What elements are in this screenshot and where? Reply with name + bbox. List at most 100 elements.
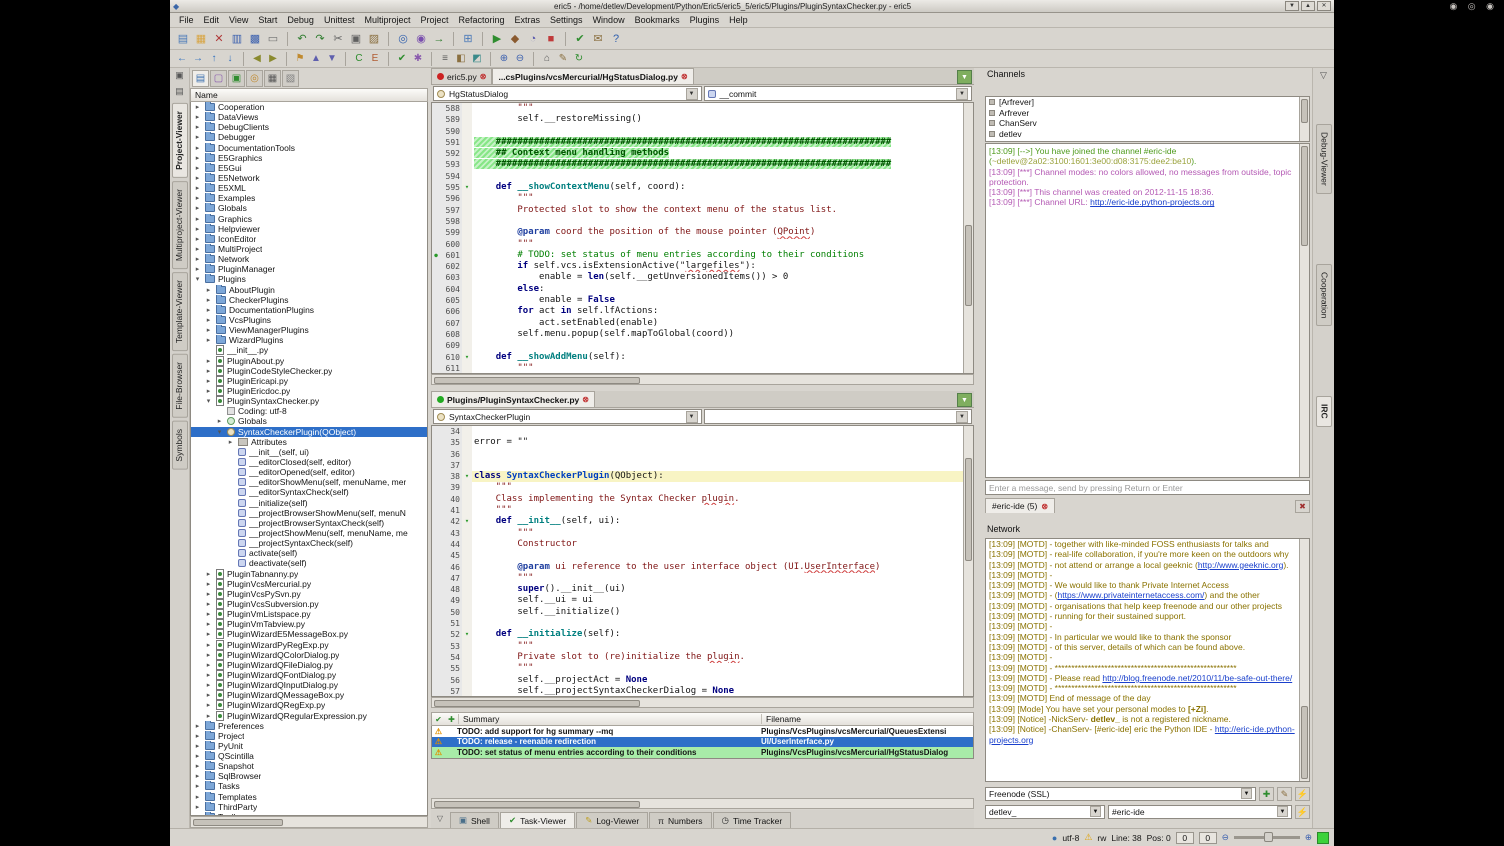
tab-list-button[interactable]: ▼ [957, 70, 972, 84]
tree-item[interactable]: ▸Preferences [191, 721, 427, 731]
refresh-icon[interactable]: ↻ [571, 51, 587, 66]
tree-expander-icon[interactable]: ▸ [204, 367, 213, 375]
tree-item[interactable]: ▾Plugins [191, 274, 427, 284]
save-all-icon[interactable]: ▩ [246, 30, 264, 47]
zoom-slider-knob[interactable] [1264, 832, 1273, 842]
code-line[interactable]: 599 @param coord the position of the mou… [432, 227, 973, 238]
fold-margin[interactable]: ▾ [462, 629, 472, 640]
dock-tab-debug-viewer[interactable]: Debug-Viewer [1316, 124, 1332, 194]
tree-expander-icon[interactable]: ▸ [204, 357, 213, 365]
tree-item[interactable]: __projectBrowserShowMenu(self, menuN [191, 508, 427, 518]
tree-item[interactable]: ▸PluginVmListspace.py [191, 609, 427, 619]
code-line[interactable]: 591 ####################################… [432, 137, 973, 148]
tree-expander-icon[interactable]: ▸ [204, 620, 213, 628]
tree-item[interactable]: ▸Templates [191, 792, 427, 802]
menu-extras[interactable]: Extras [510, 14, 546, 26]
stop-icon[interactable]: ■ [542, 30, 560, 47]
vscroll-slider[interactable] [1301, 99, 1308, 123]
zoom-in-icon[interactable]: ⊕ [496, 51, 512, 66]
code-line[interactable]: 604 else: [432, 284, 973, 295]
tree-item[interactable]: ▸DebugClients [191, 122, 427, 132]
code-line[interactable]: 50 self.__initialize() [432, 607, 973, 618]
tree-item[interactable]: ▸DocumentationTools [191, 143, 427, 153]
fold-margin[interactable]: ▾ [462, 182, 472, 193]
tree-expander-icon[interactable]: ▸ [193, 103, 202, 111]
menu-multiproject[interactable]: Multiproject [359, 14, 415, 26]
task-row[interactable]: ⚠TODO: release - reenable redirectionUI/… [432, 737, 973, 748]
join-channel-select[interactable]: #eric-ide ▼ [1108, 805, 1292, 819]
document-icon[interactable]: ▤ [172, 86, 187, 100]
top-editor[interactable]: 588 """ 589 self.__restoreMissing() 590 … [431, 102, 974, 374]
tree-item[interactable]: ▸CheckerPlugins [191, 295, 427, 305]
chevron-down-icon[interactable]: ▼ [1241, 788, 1252, 799]
tree-expander-icon[interactable]: ▸ [193, 123, 202, 131]
copy-icon[interactable]: ▣ [347, 30, 365, 47]
tree-expander-icon[interactable]: ▸ [193, 154, 202, 162]
tree-item[interactable]: ▸E5XML [191, 183, 427, 193]
tree-item[interactable]: ▸Network [191, 254, 427, 264]
code-line[interactable]: 44 Constructor [432, 539, 973, 550]
home-icon[interactable]: ⌂ [539, 51, 555, 66]
menu-window[interactable]: Window [588, 14, 630, 26]
code-line[interactable]: 596 """ [432, 193, 973, 204]
tree-expander-icon[interactable]: ▸ [204, 600, 213, 608]
tree-item[interactable]: ▸PluginCodeStyleChecker.py [191, 366, 427, 376]
tool-tab-task-viewer[interactable]: ✔Task-Viewer [500, 812, 575, 828]
chevron-down-icon[interactable]: ▼ [1277, 806, 1288, 817]
tree-item[interactable]: ▸QScintilla [191, 751, 427, 761]
tree-item[interactable]: ▸PluginManager [191, 264, 427, 274]
window-layout-icon[interactable]: ▣ [172, 70, 187, 84]
tree-item[interactable]: ▸Tasks [191, 781, 427, 791]
editor-tab[interactable]: ...csPlugins/vcsMercurial/HgStatusDialog… [492, 68, 693, 84]
tree-item[interactable]: ▸PluginWizardQMessageBox.py [191, 690, 427, 700]
add-network-icon[interactable]: ✚ [1259, 787, 1274, 801]
tree-expander-icon[interactable]: ▸ [204, 570, 213, 578]
tree-item[interactable]: ▾SyntaxCheckerPlugin(QObject) [191, 427, 427, 437]
chat-vscrollbar[interactable] [1299, 144, 1309, 477]
tree-expander-icon[interactable]: ▸ [193, 793, 202, 801]
new-icon[interactable]: ▤ [174, 30, 192, 47]
tree-expander-icon[interactable]: ▸ [204, 387, 213, 395]
menu-help[interactable]: Help [724, 14, 753, 26]
fold-margin[interactable]: ▾ [462, 352, 472, 363]
undo-icon[interactable]: ↶ [293, 30, 311, 47]
menu-file[interactable]: File [174, 14, 199, 26]
code-line[interactable]: 49 self.__ui = ui [432, 595, 973, 606]
chat-link[interactable]: http://www.geeknic.org [1198, 560, 1284, 570]
tree-expander-icon[interactable]: ▸ [193, 255, 202, 263]
tree-item[interactable]: ▸PluginWizardQFileDialog.py [191, 660, 427, 670]
code-line[interactable]: 54 Private slot to (re)initialize the pl… [432, 652, 973, 663]
bookmark-prev-icon[interactable]: ▼ [324, 51, 340, 66]
plugins-icon[interactable]: ◩ [469, 51, 485, 66]
channel-user-item[interactable]: [Arfrever] [986, 97, 1309, 108]
tree-item[interactable]: ▸PluginAbout.py [191, 356, 427, 366]
code-line[interactable]: 53 """ [432, 641, 973, 652]
minimize-button[interactable]: ▼ [1285, 1, 1299, 11]
dock-tab-file-browser[interactable]: File-Browser [172, 354, 188, 418]
summary-column-header[interactable]: Summary [458, 714, 761, 724]
zoom-out-icon[interactable]: ⊖ [1222, 832, 1229, 843]
tool-tab-shell[interactable]: ▣Shell [450, 812, 499, 828]
print-icon[interactable]: ▭ [264, 30, 282, 47]
tree-expander-icon[interactable]: ▸ [204, 306, 213, 314]
tree-item[interactable]: __initialize(self) [191, 497, 427, 507]
tree-item[interactable]: ▸Snapshot [191, 761, 427, 771]
class-combo[interactable]: SyntaxCheckerPlugin ▼ [433, 409, 702, 424]
dock-tab-irc[interactable]: IRC [1316, 396, 1332, 427]
tree-expander-icon[interactable]: ▸ [204, 701, 213, 709]
tree-hscrollbar[interactable] [190, 816, 428, 828]
tree-expander-icon[interactable]: ▸ [204, 661, 213, 669]
tree-item[interactable]: __init__(self, ui) [191, 447, 427, 457]
code-line[interactable]: 595▾ def __showContextMenu(self, coord): [432, 182, 973, 193]
tree-expander-icon[interactable]: ▸ [193, 265, 202, 273]
paste-icon[interactable]: ▨ [365, 30, 383, 47]
tree-expander-icon[interactable]: ▸ [193, 194, 202, 202]
redo-icon[interactable]: ↷ [311, 30, 329, 47]
check-syntax-icon[interactable]: ✔ [394, 51, 410, 66]
method-combo[interactable]: ▼ [704, 409, 973, 424]
tree-item[interactable]: ▸PluginVmTabview.py [191, 619, 427, 629]
tree-expander-icon[interactable]: ▸ [193, 772, 202, 780]
close-tab-icon[interactable]: ⊗ [582, 395, 589, 404]
filename-column-header[interactable]: Filename [761, 714, 973, 724]
zoom-in-icon[interactable]: ⊕ [1305, 832, 1312, 843]
